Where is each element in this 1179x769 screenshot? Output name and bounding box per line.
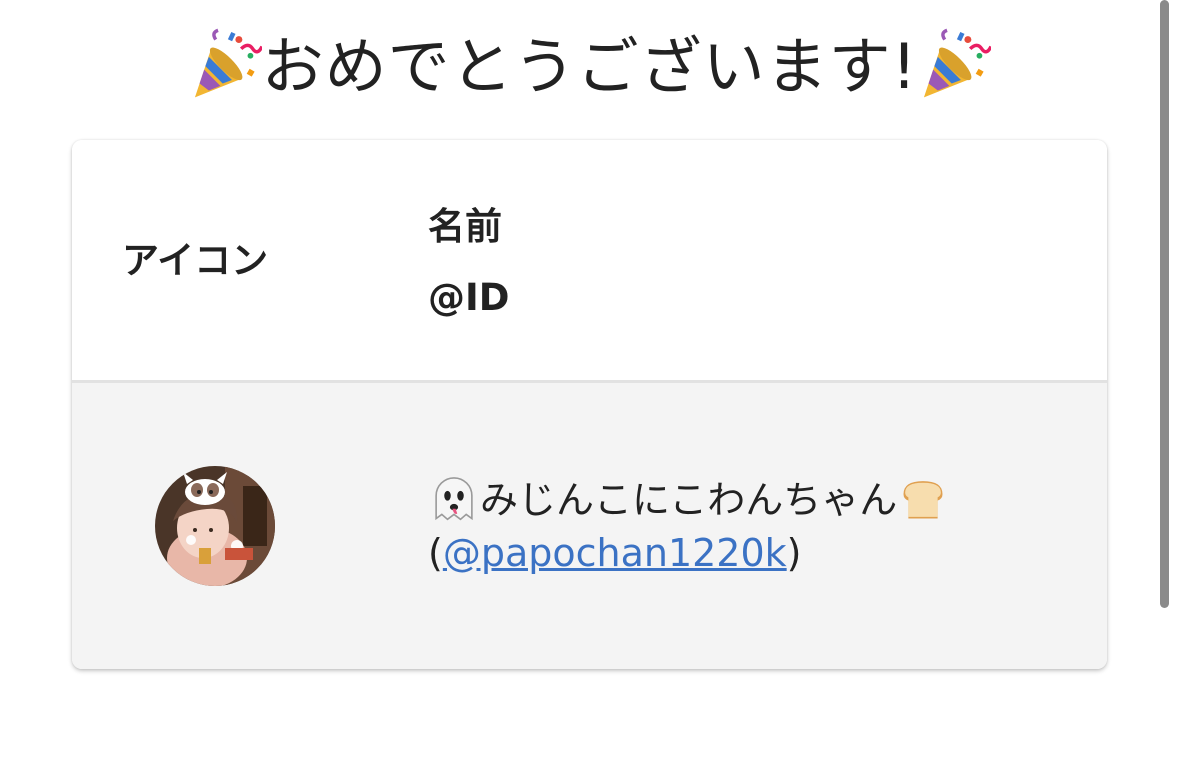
- user-name: みじんこにこわんちゃん: [428, 473, 949, 525]
- user-id: (@papochan1220k): [428, 529, 802, 577]
- bread-icon: [903, 481, 943, 519]
- column-header-name: 名前: [428, 205, 502, 248]
- user-name-text: みじんこにこわんちゃん: [480, 478, 898, 522]
- ranking-table: アイコン 名前 @ID みじんこにこわんちゃん (@papochan1220k): [72, 140, 1107, 669]
- user-id-link[interactable]: @papochan1220k: [443, 531, 787, 575]
- id-open-paren: (: [428, 531, 443, 575]
- avatar: [155, 466, 275, 586]
- party-popper-icon: [194, 28, 262, 98]
- table-row: みじんこにこわんちゃん (@papochan1220k): [72, 383, 1107, 669]
- page: おめでとうございます! アイコン 名前 @ID みじんこにこわんちゃん (@pa…: [0, 0, 1179, 769]
- ghost-icon: [435, 477, 473, 521]
- column-header-icon: アイコン: [122, 239, 269, 282]
- scrollbar[interactable]: [1160, 0, 1169, 608]
- column-header-id: @ID: [428, 276, 510, 319]
- page-title: おめでとうございます!: [0, 24, 1179, 110]
- heading-text: おめでとうございます!: [261, 30, 918, 103]
- id-close-paren: ): [786, 531, 802, 575]
- table-header-row: アイコン 名前 @ID: [72, 140, 1107, 383]
- party-popper-icon: [924, 28, 992, 98]
